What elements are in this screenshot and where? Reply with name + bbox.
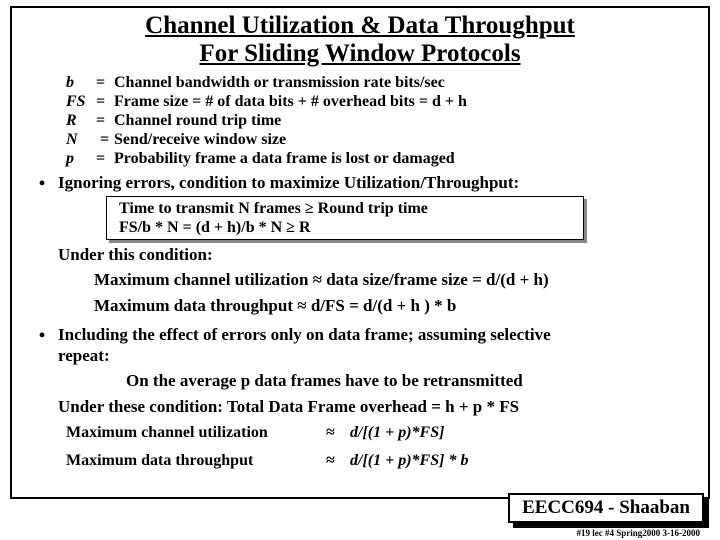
- sec2-lead-2: repeat:: [58, 346, 110, 365]
- bullet-icon: •: [26, 172, 58, 193]
- def-row: R = Channel round trip time: [66, 112, 694, 131]
- def-text: Probability frame a data frame is lost o…: [114, 150, 694, 169]
- def-text: Channel round trip time: [114, 112, 694, 131]
- under-line-1: Maximum channel utilization ≈ data size/…: [94, 269, 694, 290]
- def-eq: =: [96, 131, 114, 150]
- result-label: Maximum data throughput: [66, 449, 326, 473]
- under-line-2: Maximum data throughput ≈ d/FS = d/(d + …: [94, 295, 694, 316]
- result-row: Maximum channel utilization ≈ d/[(1 + p)…: [26, 421, 694, 445]
- def-eq: =: [96, 74, 114, 93]
- section-2-lead: Including the effect of errors only on d…: [58, 324, 694, 367]
- def-sym: FS: [66, 93, 96, 112]
- def-text: Frame size = # of data bits + # overhead…: [114, 93, 694, 112]
- result-row: Maximum data throughput ≈ d/[(1 + p)*FS]…: [26, 449, 694, 473]
- def-sym: R: [66, 112, 96, 131]
- slide-footer: #19 lec #4 Spring2000 3-16-2000: [577, 528, 701, 538]
- def-row: p = Probability frame a data frame is lo…: [66, 150, 694, 169]
- def-row: b = Channel bandwidth or transmission ra…: [66, 74, 694, 93]
- def-text: Channel bandwidth or transmission rate b…: [114, 74, 694, 93]
- box-line-2: FS/b * N = (d + h)/b * N ≥ R: [119, 218, 571, 237]
- author-stamp: EECC694 - Shaaban: [508, 493, 704, 523]
- title-line1: Channel Utilization & Data Throughput: [145, 12, 575, 39]
- approx-icon: ≈: [326, 421, 350, 445]
- condition-box: Time to transmit N frames ≥ Round trip t…: [106, 196, 584, 240]
- title-line2: For Sliding Window Protocols: [199, 40, 520, 67]
- section-1: • Ignoring errors, condition to maximize…: [26, 172, 694, 193]
- slide-title: Channel Utilization & Data Throughput Fo…: [26, 12, 694, 68]
- def-sym: p: [66, 150, 96, 169]
- def-row: N = Send/receive window size: [66, 131, 694, 150]
- sec2-avg: On the average p data frames have to be …: [126, 370, 694, 391]
- section-2: • Including the effect of errors only on…: [26, 324, 694, 367]
- result-label: Maximum channel utilization: [66, 421, 326, 445]
- result-expr: d/[(1 + p)*FS]: [350, 421, 694, 445]
- def-sym: b: [66, 74, 96, 93]
- def-eq: =: [96, 150, 114, 169]
- slide: Channel Utilization & Data Throughput Fo…: [0, 0, 720, 540]
- def-eq: =: [96, 93, 114, 112]
- approx-icon: ≈: [326, 449, 350, 473]
- def-eq: =: [96, 112, 114, 131]
- bullet-icon: •: [26, 324, 58, 367]
- def-row: FS = Frame size = # of data bits + # ove…: [66, 93, 694, 112]
- author-stamp-text: EECC694 - Shaaban: [508, 493, 704, 523]
- section-1-lead: Ignoring errors, condition to maximize U…: [58, 172, 694, 193]
- sec2-under: Under these condition: Total Data Frame …: [58, 396, 694, 417]
- box-line-1: Time to transmit N frames ≥ Round trip t…: [119, 199, 571, 218]
- def-text: Send/receive window size: [114, 131, 694, 150]
- definitions-block: b = Channel bandwidth or transmission ra…: [66, 74, 694, 168]
- def-sym: N: [66, 131, 96, 150]
- result-expr: d/[(1 + p)*FS] * b: [350, 449, 694, 473]
- under-heading-1: Under this condition:: [58, 244, 694, 265]
- content-frame: Channel Utilization & Data Throughput Fo…: [10, 6, 710, 499]
- sec2-lead-1: Including the effect of errors only on d…: [58, 325, 551, 344]
